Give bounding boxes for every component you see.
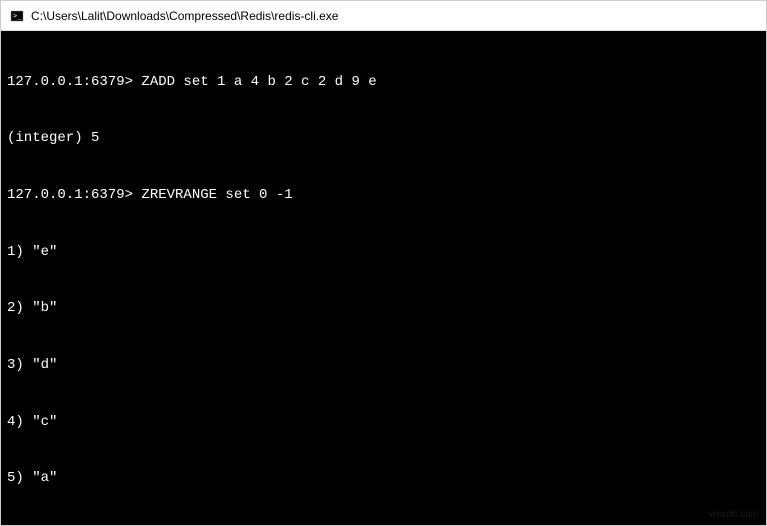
titlebar[interactable]: >_ C:\Users\Lalit\Downloads\Compressed\R… [1,1,766,31]
terminal-line: 5) "a" [7,469,760,488]
terminal-line: 2) "b" [7,299,760,318]
terminal-line: 127.0.0.1:6379> ZREVRANGE set 0 -1 [7,186,760,205]
terminal-output[interactable]: 127.0.0.1:6379> ZADD set 1 a 4 b 2 c 2 d… [1,31,766,525]
terminal-line: 4) "c" [7,413,760,432]
terminal-line: (integer) 5 [7,129,760,148]
terminal-line: 3) "d" [7,356,760,375]
svg-text:>_: >_ [13,12,22,20]
terminal-line: 1) "e" [7,243,760,262]
app-icon: >_ [9,8,25,24]
terminal-line: 127.0.0.1:6379> ZADD set 1 a 4 b 2 c 2 d… [7,73,760,92]
watermark: wsxdn.com [709,509,759,520]
terminal-window: >_ C:\Users\Lalit\Downloads\Compressed\R… [0,0,767,526]
titlebar-path: C:\Users\Lalit\Downloads\Compressed\Redi… [31,9,338,23]
